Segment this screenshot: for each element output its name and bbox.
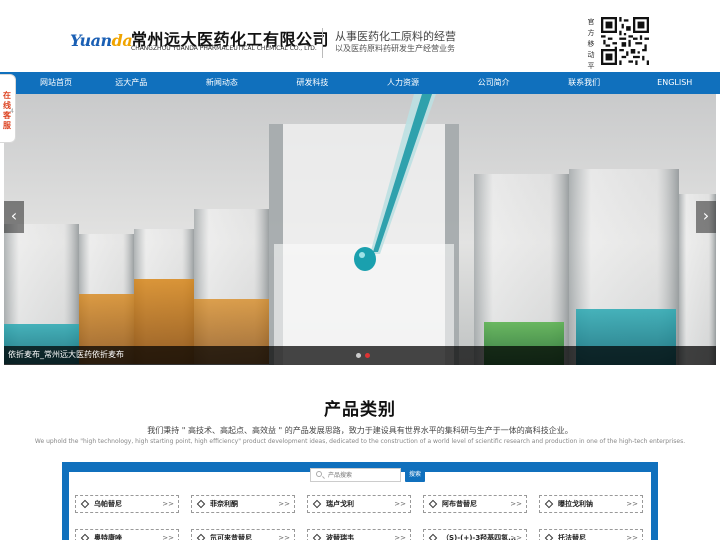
banner-image — [4, 94, 716, 365]
header-divider — [322, 28, 323, 58]
site-header: Yuanda 常州远大医药化工有限公司 CHANGZHOU YUANDA PHA… — [0, 0, 720, 81]
slogan-sub: 以及医药原料药研发生产经营业务 — [335, 44, 455, 53]
main-nav: 网站首页 远大产品 新闻动态 研发科技 人力资源 公司简介 联系我们 ENGLI… — [0, 72, 720, 94]
banner-next-button[interactable]: › — [696, 201, 716, 233]
company-logo[interactable]: Yuanda — [70, 31, 133, 50]
more-link: >> — [626, 500, 638, 508]
product-item[interactable]: 瑞卢戈利 >> — [307, 495, 411, 513]
nav-hr[interactable]: 人力资源 — [358, 72, 449, 94]
online-service-tab[interactable]: 在线客服 4 — [0, 74, 16, 143]
more-link: >> — [510, 534, 522, 540]
page: Yuanda 常州远大医药化工有限公司 CHANGZHOU YUANDA PHA… — [0, 0, 720, 540]
diamond-icon — [196, 499, 206, 509]
product-item[interactable]: 奥特康唑 >> — [75, 529, 179, 540]
product-category-panel: 搜索 乌帕替尼>> 菲奈利酮>> 瑞卢戈利>> 阿布昔替尼>> 曝拉戈利钠>> … — [62, 462, 658, 540]
slogan-main: 从事医药化工原料的经营 — [335, 30, 456, 43]
diamond-icon — [544, 499, 554, 509]
banner-prev-button[interactable]: ‹ — [4, 201, 24, 233]
more-link: >> — [278, 534, 290, 540]
more-link: >> — [162, 500, 174, 508]
more-link: >> — [162, 534, 174, 540]
nav-research[interactable]: 研发科技 — [267, 72, 358, 94]
diamond-icon — [544, 533, 554, 540]
diamond-icon — [428, 499, 438, 509]
company-name-en: CHANGZHOU YUANDA PHARMACEUTICAL CHEMICAL… — [131, 45, 317, 52]
intro-text-en: We uphold the "high technology, high sta… — [34, 438, 686, 445]
banner-caption-bar: 依折麦布_常州远大医药依折麦布 — [4, 346, 716, 365]
diamond-icon — [80, 499, 90, 509]
product-item[interactable]: 乌帕替尼 >> — [75, 495, 179, 513]
nav-products[interactable]: 远大产品 — [86, 72, 177, 94]
nav-about[interactable]: 公司简介 — [448, 72, 539, 94]
search-input[interactable] — [328, 469, 398, 481]
diamond-icon — [80, 533, 90, 540]
product-item[interactable]: 阿布昔替尼 >> — [423, 495, 527, 513]
nav-news[interactable]: 新闻动态 — [177, 72, 268, 94]
product-item[interactable]: 波替瑞韦 >> — [307, 529, 411, 540]
product-search — [310, 468, 401, 482]
product-item[interactable]: 氘可来昔替尼 >> — [191, 529, 295, 540]
more-link: >> — [510, 500, 522, 508]
intro-text-cn: 我们秉持 " 高技术、高起点、高效益 " 的产品发展思路，致力于建设具有世界水平… — [147, 426, 573, 435]
qr-code-icon — [601, 17, 649, 65]
nav-english[interactable]: ENGLISH — [629, 72, 720, 94]
product-item[interactable]: 曝拉戈利钠 >> — [539, 495, 643, 513]
product-item[interactable]: 托法替尼 >> — [539, 529, 643, 540]
more-link: >> — [626, 534, 638, 540]
product-item[interactable]: 菲奈利酮 >> — [191, 495, 295, 513]
hero-banner[interactable]: ‹ › 依折麦布_常州远大医药依折麦布 — [4, 94, 716, 365]
slide-dot-2-active[interactable] — [365, 353, 370, 358]
diamond-icon — [312, 533, 322, 540]
diamond-icon — [428, 533, 438, 540]
product-item[interactable]: （S)-(+)-3羟基四氢... >> — [423, 529, 527, 540]
search-icon — [316, 471, 322, 477]
banner-caption[interactable]: 依折麦布_常州远大医药依折麦布 — [8, 349, 124, 360]
more-link: >> — [394, 534, 406, 540]
nav-contact[interactable]: 联系我们 — [539, 72, 630, 94]
diamond-icon — [312, 499, 322, 509]
diamond-icon — [196, 533, 206, 540]
more-link: >> — [394, 500, 406, 508]
more-link: >> — [278, 500, 290, 508]
product-list: 搜索 乌帕替尼>> 菲奈利酮>> 瑞卢戈利>> 阿布昔替尼>> 曝拉戈利钠>> … — [69, 468, 651, 540]
online-service-badge: 4 — [10, 108, 14, 115]
search-button[interactable]: 搜索 — [405, 468, 425, 482]
section-title: 产品类别 — [324, 400, 396, 420]
slide-dot-1[interactable] — [356, 353, 361, 358]
